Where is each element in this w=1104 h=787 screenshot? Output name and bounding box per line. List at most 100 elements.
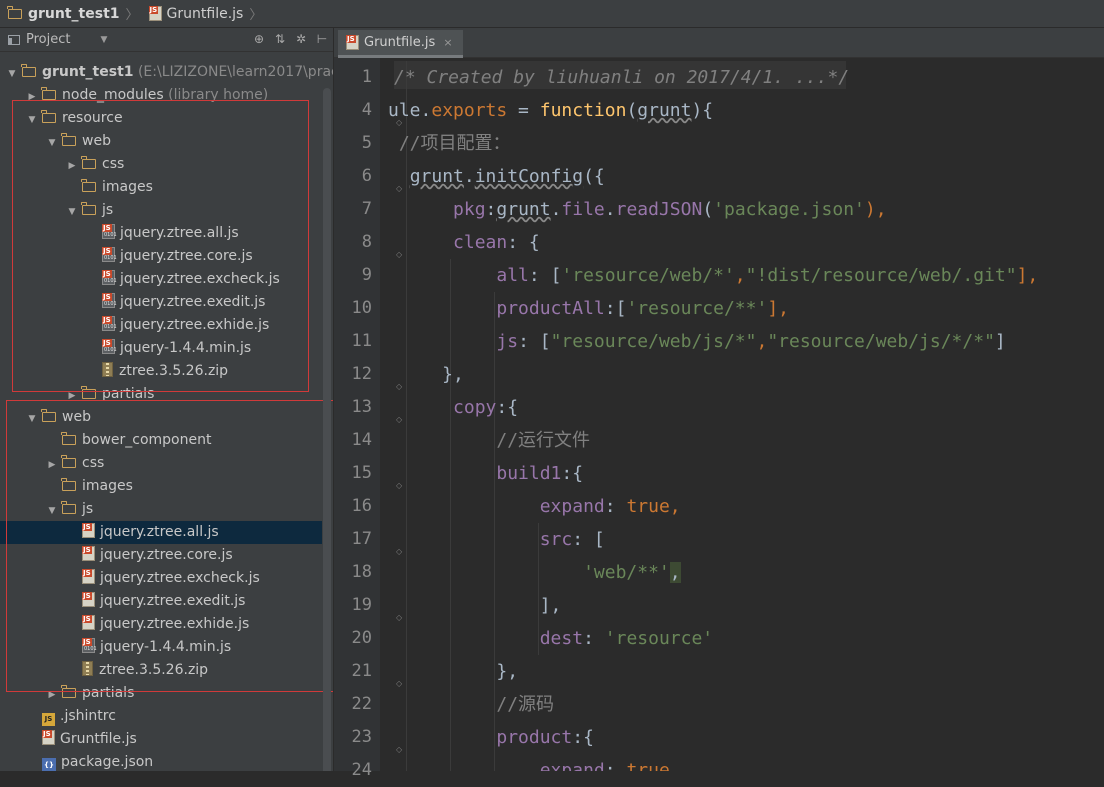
project-scrollbar[interactable] — [323, 88, 331, 771]
tree-item[interactable]: ▼ web — [0, 130, 322, 153]
code-line[interactable]: ], — [388, 589, 562, 622]
expanded-arrow-icon[interactable]: ▼ — [46, 132, 58, 155]
tree-item-label: jquery.ztree.exhide.js — [120, 317, 270, 333]
tree-item[interactable]: ▶ css — [0, 153, 322, 176]
expanded-arrow-icon[interactable]: ▼ — [46, 500, 58, 523]
tree-item[interactable]: ▶ node_modules (library home) — [0, 84, 322, 107]
folder-icon — [21, 64, 36, 77]
code-token: : [ — [518, 331, 551, 352]
expanded-arrow-icon[interactable]: ▼ — [6, 63, 18, 86]
tree-item-label: partials — [82, 685, 135, 701]
code-line[interactable]: clean: { — [388, 226, 540, 259]
js-file-icon — [102, 339, 117, 354]
code-line[interactable]: productAll:['resource/**'], — [388, 292, 789, 325]
code-line[interactable]: }, — [388, 655, 518, 688]
tree-item[interactable]: jquery.ztree.excheck.js — [0, 567, 322, 590]
tree-item[interactable]: jquery.ztree.core.js — [0, 544, 322, 567]
code-line[interactable]: //项目配置： — [388, 127, 511, 160]
code-line[interactable]: product:{ — [388, 721, 594, 754]
code-token: ( — [626, 100, 638, 121]
tree-item[interactable]: ▼ js — [0, 199, 322, 222]
tree-item-label: Gruntfile.js — [60, 731, 137, 747]
code-line[interactable]: js: ["resource/web/js/*","resource/web/j… — [388, 325, 1005, 358]
tree-item[interactable]: Gruntfile.js — [0, 728, 322, 751]
code-line[interactable]: copy:{ — [388, 391, 518, 424]
collapsed-arrow-icon[interactable]: ▶ — [46, 684, 58, 707]
tree-item[interactable]: jquery.ztree.core.js — [0, 245, 322, 268]
tree-item[interactable]: jquery.ztree.all.js — [0, 222, 322, 245]
code-line[interactable]: expand: true — [388, 754, 670, 771]
scroll-from-source-icon[interactable]: ⊕ — [252, 32, 266, 46]
tree-item[interactable]: jquery.ztree.exedit.js — [0, 590, 322, 613]
code-line[interactable]: all: ['resource/web/*',"!dist/resource/w… — [388, 259, 1038, 292]
tree-item[interactable]: ▼ web — [0, 406, 322, 429]
tree-item[interactable]: ▼ resource — [0, 107, 322, 130]
folder-icon — [81, 386, 96, 399]
project-view-selector[interactable]: Project — [26, 32, 70, 47]
tree-item[interactable]: JS .jshintrc — [0, 705, 322, 728]
js-file-icon — [148, 6, 162, 21]
expanded-arrow-icon[interactable]: ▼ — [26, 109, 38, 132]
code-line[interactable]: }, — [388, 358, 464, 391]
tree-item[interactable]: images — [0, 475, 322, 498]
tree-item[interactable]: ▶ partials — [0, 383, 322, 406]
tree-item-label: images — [82, 478, 133, 494]
code-token: product — [496, 727, 573, 748]
collapsed-arrow-icon[interactable]: ▶ — [66, 155, 78, 178]
code-line[interactable]: build1:{ — [388, 457, 583, 490]
code-line[interactable]: /* Created by liuhuanli on 2017/4/1. ...… — [394, 61, 849, 94]
tree-item[interactable]: jquery.ztree.all.js — [0, 521, 322, 544]
tree-item[interactable]: ztree.3.5.26.zip — [0, 659, 322, 682]
tree-item[interactable]: jquery.ztree.exhide.js — [0, 314, 322, 337]
expanded-arrow-icon[interactable]: ▼ — [66, 201, 78, 224]
chevron-down-icon[interactable]: ▼ — [100, 35, 107, 45]
collapsed-arrow-icon[interactable]: ▶ — [26, 86, 38, 109]
hide-panel-icon[interactable]: ⊢ — [315, 32, 329, 46]
code-line[interactable]: //源码 — [388, 688, 554, 721]
line-number: 17 — [351, 529, 372, 549]
collapsed-arrow-icon[interactable]: ▶ — [66, 385, 78, 408]
breadcrumb-file[interactable]: Gruntfile.js — [141, 6, 248, 22]
tree-item[interactable]: ▼ js — [0, 498, 322, 521]
tree-item[interactable]: {} package.json — [0, 751, 322, 771]
tree-item[interactable]: jquery.ztree.excheck.js — [0, 268, 322, 291]
code-line[interactable]: expand: true, — [388, 490, 681, 523]
tree-item[interactable]: jquery.ztree.exhide.js — [0, 613, 322, 636]
code-line[interactable]: src: [ — [388, 523, 605, 556]
line-number: 4 — [361, 100, 372, 120]
collapsed-arrow-icon[interactable]: ▶ — [46, 454, 58, 477]
close-icon[interactable]: × — [443, 36, 452, 49]
tree-item[interactable]: ▶ partials — [0, 682, 322, 705]
code-line[interactable]: pkg:grunt.file.readJSON('package.json'), — [388, 193, 887, 226]
tree-item-label: partials — [102, 386, 155, 402]
code-token: , — [734, 265, 746, 286]
tree-item[interactable]: images — [0, 176, 322, 199]
tree-item[interactable]: ▶ css — [0, 452, 322, 475]
settings-gear-icon[interactable]: ✲ — [294, 32, 308, 46]
code-editor[interactable]: /* Created by liuhuanli on 2017/4/1. ...… — [380, 58, 1104, 771]
tree-item[interactable]: bower_component — [0, 429, 322, 452]
tree-item[interactable]: ▼ grunt_test1 (E:\LIZIZONE\learn2017\prac… — [0, 61, 333, 86]
tree-item[interactable]: jquery.ztree.exedit.js — [0, 291, 322, 314]
tree-item[interactable]: jquery-1.4.4.min.js — [0, 636, 322, 659]
tab-gruntfile[interactable]: Gruntfile.js × — [338, 30, 463, 58]
code-line[interactable]: ule.exports = function(grunt){ — [388, 94, 713, 127]
json-file-icon: {} — [42, 758, 56, 771]
breadcrumb-project[interactable]: grunt_test1 — [0, 5, 124, 22]
code-line[interactable]: //运行文件 — [388, 424, 590, 457]
expanded-arrow-icon[interactable]: ▼ — [26, 408, 38, 431]
code-line[interactable]: dest: 'resource' — [388, 622, 713, 655]
collapse-all-icon[interactable]: ⇅ — [273, 32, 287, 46]
code-line[interactable]: grunt.initConfig({ — [388, 160, 605, 193]
tree-item[interactable]: jquery-1.4.4.min.js — [0, 337, 322, 360]
code-line[interactable]: 'web/**', — [388, 556, 681, 589]
tree-item[interactable]: ztree.3.5.26.zip — [0, 360, 322, 383]
code-token: productAll — [496, 298, 605, 319]
